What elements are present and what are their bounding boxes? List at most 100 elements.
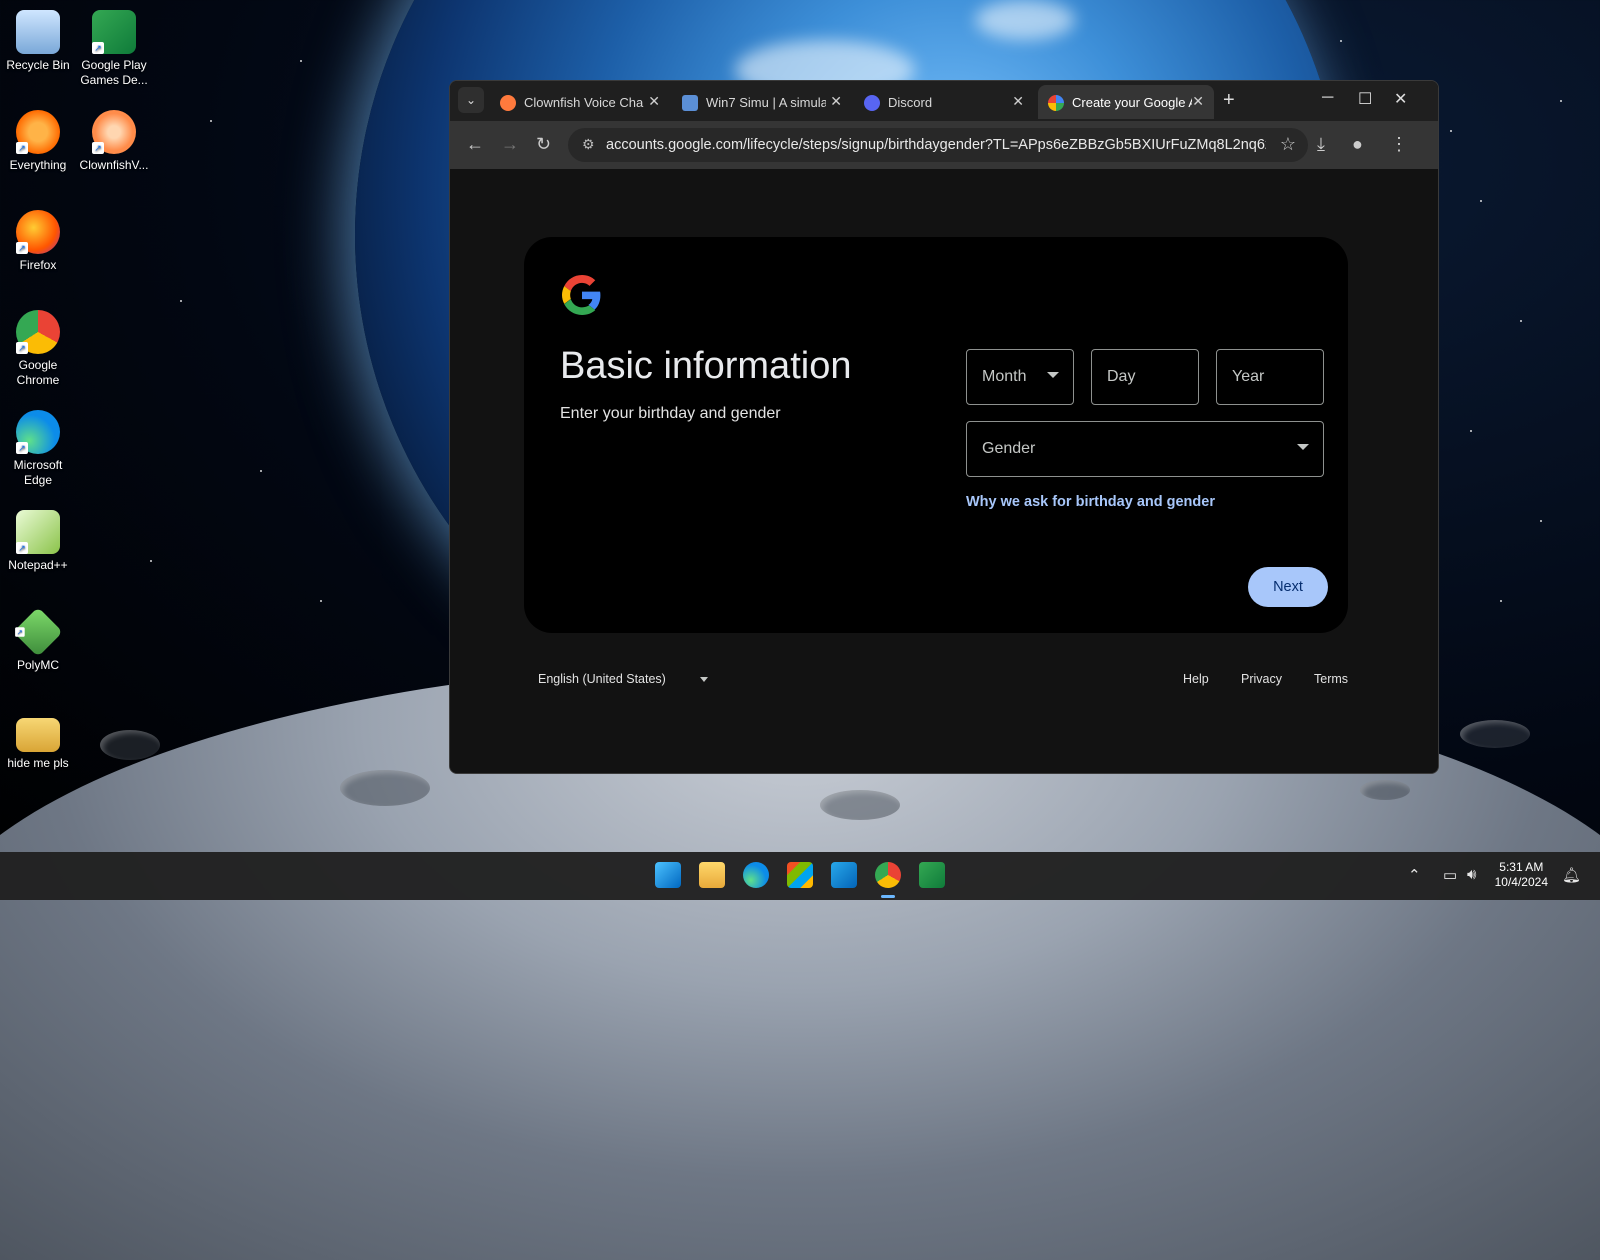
back-button[interactable]: ← [466,134,484,155]
minimize-button[interactable]: ─ [1322,89,1333,107]
chevron-down-icon [1047,372,1059,378]
chrome-icon[interactable] [875,862,901,888]
desktop-icon-firefox[interactable]: ↗ Firefox [0,210,76,273]
file-explorer-icon[interactable] [699,862,725,888]
notepad-plus-plus-icon: ↗ [16,510,60,554]
close-icon[interactable]: ✕ [1192,93,1204,110]
reload-button[interactable]: ↻ [536,134,551,155]
tab-create-google-account[interactable]: Create your Google A ✕ [1038,85,1214,119]
gender-select[interactable]: Gender [966,421,1324,477]
outlook-icon[interactable] [831,862,857,888]
tab-title: Clownfish Voice Char [524,95,644,110]
year-input[interactable]: Year [1216,349,1324,405]
download-icon[interactable]: ⤓ [1317,134,1325,155]
address-bar[interactable]: ⚙ accounts.google.com/lifecycle/steps/si… [568,128,1308,162]
forward-button[interactable]: → [501,134,519,155]
desktop-icon-label: hide me pls [7,756,69,770]
recycle-bin-icon [16,10,60,54]
start-icon[interactable] [655,862,681,888]
tab-strip: ⌄ Clownfish Voice Char ✕ Win7 Simu | A s… [450,81,1438,121]
desktop-icon-label: ClownfishV... [79,158,149,172]
polymc-icon: ↗ [13,607,63,657]
desktop-icon-hide-me-pls[interactable]: hide me pls [0,710,76,771]
desktop-icon-recycle-bin[interactable]: Recycle Bin [0,10,76,73]
year-label: Year [1232,368,1265,385]
toolbar: ← → ↻ ⚙ accounts.google.com/lifecycle/st… [450,121,1438,169]
terms-link[interactable]: Terms [1314,672,1348,686]
edge-icon: ↗ [16,410,60,454]
win7-icon [682,95,698,111]
google-icon [1048,95,1064,111]
help-link[interactable]: Help [1183,672,1209,686]
signup-card: Basic information Enter your birthday an… [524,237,1348,633]
next-button[interactable]: Next [1248,567,1328,607]
month-label: Month [982,368,1027,385]
desktop-icon-everything[interactable]: ↗ Everything [0,110,76,173]
tab-title: Discord [888,95,933,110]
tab-search-button[interactable]: ⌄ [458,87,484,113]
desktop-icon-label: Firefox [19,258,57,272]
tab-title: Create your Google A [1072,95,1192,110]
desktop-icon-google-play-games[interactable]: ↗ Google Play Games De... [76,10,152,88]
browser-window: ⌄ Clownfish Voice Char ✕ Win7 Simu | A s… [449,80,1439,774]
chevron-up-icon[interactable]: ⌃ [1408,866,1421,884]
profile-icon[interactable]: ● [1352,134,1363,155]
discord-icon [864,95,880,111]
desktop-icon-notepad-plus-plus[interactable]: ↗ Notepad++ [0,510,76,573]
desktop-icon-label: Notepad++ [8,558,68,572]
firefox-icon: ↗ [16,210,60,254]
menu-icon[interactable]: ⋮ [1390,134,1408,155]
everything-icon: ↗ [16,110,60,154]
month-select[interactable]: Month [966,349,1074,405]
desktop-icon-label: Google Play Games De... [80,58,148,87]
desktop-icon-google-chrome[interactable]: ↗ Google Chrome [0,310,76,388]
clock-time: 5:31 AM [1499,860,1544,874]
why-we-ask-link[interactable]: Why we ask for birthday and gender [966,494,1215,510]
clownfish-icon: ↗ [92,110,136,154]
privacy-link[interactable]: Privacy [1241,672,1282,686]
close-icon[interactable]: ✕ [830,93,842,110]
volume-icon[interactable]: 🔊︎ [1467,866,1476,883]
page-subtitle: Enter your birthday and gender [560,405,781,422]
tab-discord[interactable]: Discord ✕ [854,85,1034,119]
maximize-button[interactable]: ☐ [1358,89,1372,109]
notification-bell-icon[interactable]: 🔔︎ [1562,866,1581,884]
day-label: Day [1107,368,1136,385]
close-window-button[interactable]: ✕ [1394,89,1407,109]
desktop-icon-microsoft-edge[interactable]: ↗ Microsoft Edge [0,410,76,488]
bookmark-star-icon[interactable]: ☆ [1280,134,1296,155]
desktop-icon-label: Everything [9,158,67,172]
network-icon[interactable]: ▭ [1443,866,1457,884]
chevron-down-icon [700,677,708,682]
store-icon[interactable] [787,862,813,888]
clownfish-icon [500,95,516,111]
desktop-icon-label: Microsoft Edge [13,458,63,487]
play-games-icon[interactable] [919,862,945,888]
site-info-icon[interactable]: ⚙ [582,136,595,153]
tab-clownfish[interactable]: Clownfish Voice Char ✕ [490,85,670,119]
desktop-icon-label: PolyMC [16,658,59,672]
desktop-icon-label: Google Chrome [16,358,60,387]
desktop-icon-polymc[interactable]: ↗ PolyMC [0,607,76,673]
clock-date: 10/4/2024 [1494,875,1548,889]
desktop-icon-clownfish[interactable]: ↗ ClownfishV... [76,110,152,173]
close-icon[interactable]: ✕ [1012,93,1024,110]
taskbar: ⌃ ▭ 🔊︎ 5:31 AM 10/4/2024 🔔︎ [0,852,1600,900]
desktop-icon-label: Recycle Bin [6,58,70,72]
edge-icon[interactable] [743,862,769,888]
page-content: Basic information Enter your birthday an… [450,169,1438,773]
play-games-icon: ↗ [92,10,136,54]
tab-win7-simu[interactable]: Win7 Simu | A simula ✕ [672,85,852,119]
day-input[interactable]: Day [1091,349,1199,405]
close-icon[interactable]: ✕ [648,93,660,110]
new-tab-button[interactable]: + [1223,89,1235,112]
page-title: Basic information [560,345,852,387]
chevron-down-icon [1297,444,1309,450]
clock[interactable]: 5:31 AM 10/4/2024 [1495,860,1548,890]
google-logo [562,275,601,315]
chrome-icon: ↗ [16,310,60,354]
url-text[interactable]: accounts.google.com/lifecycle/steps/sign… [606,137,1266,153]
tab-title: Win7 Simu | A simula [706,95,826,110]
language-select[interactable]: English (United States) [538,672,666,686]
gender-label: Gender [982,440,1036,457]
